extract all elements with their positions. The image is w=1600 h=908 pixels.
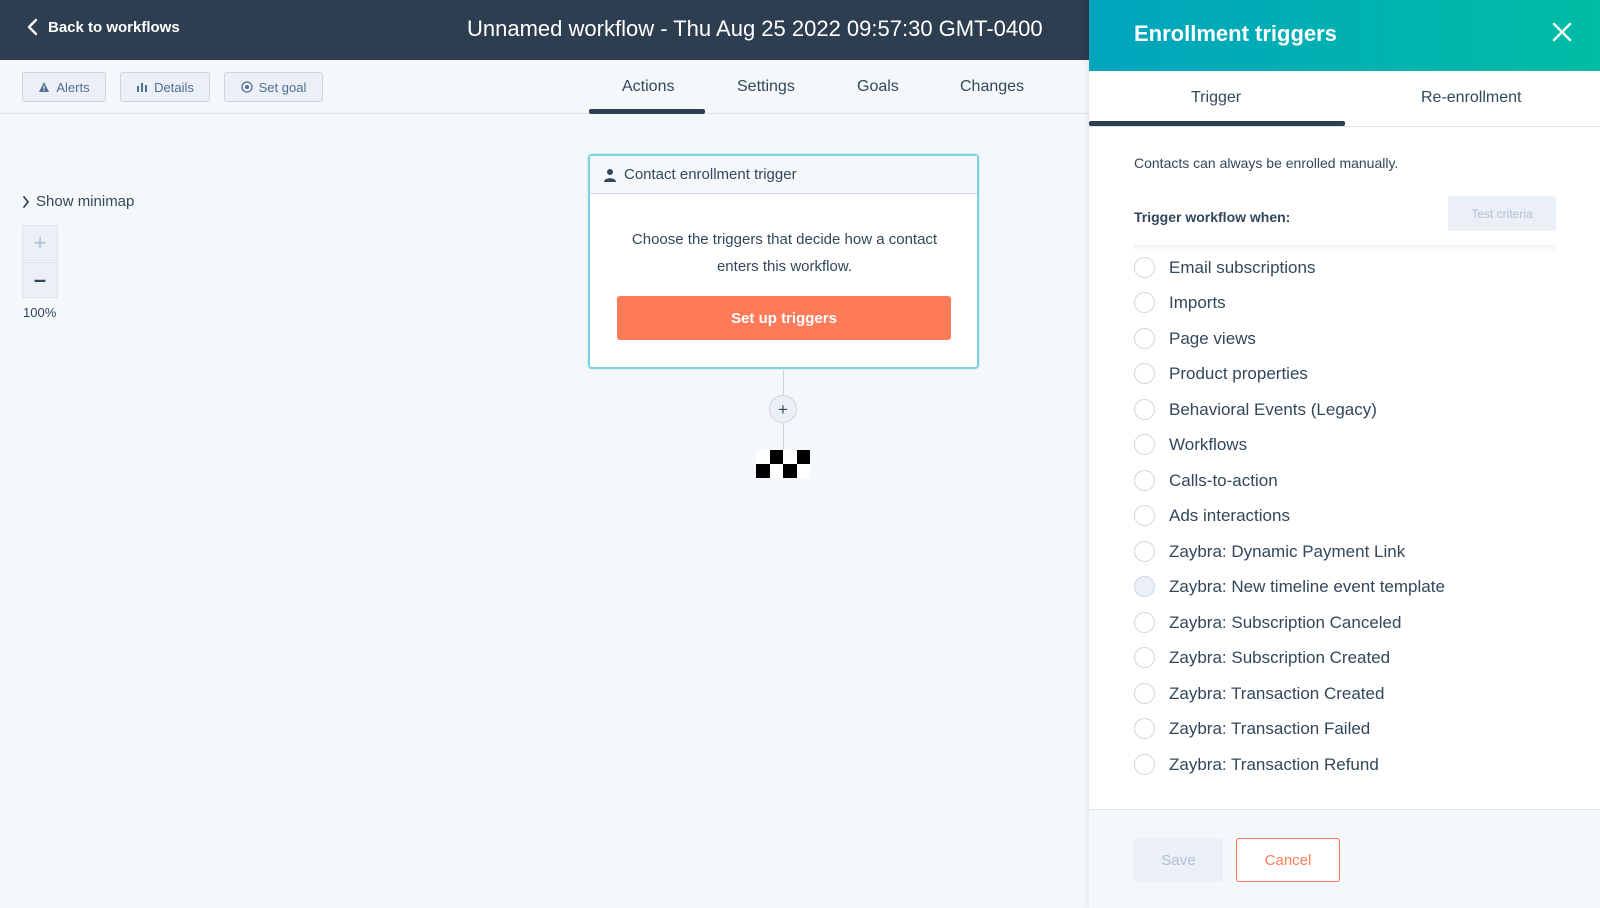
tab-trigger[interactable]: Trigger — [1191, 89, 1241, 107]
radio-button[interactable] — [1134, 470, 1155, 491]
checkered-flag-icon — [756, 450, 810, 478]
trigger-option[interactable]: Imports — [1134, 292, 1226, 313]
option-label: Product properties — [1169, 363, 1308, 383]
trigger-option[interactable]: Behavioral Events (Legacy) — [1134, 399, 1377, 420]
trigger-option[interactable]: Zaybra: Subscription Canceled — [1134, 612, 1401, 633]
trigger-option[interactable]: Zaybra: Subscription Created — [1134, 647, 1390, 668]
workflow-title[interactable]: Unnamed workflow - Thu Aug 25 2022 09:57… — [467, 16, 1043, 42]
plus-icon: + — [33, 230, 47, 255]
connector-line — [783, 370, 784, 395]
panel-title: Enrollment triggers — [1134, 21, 1337, 46]
details-label: Details — [154, 79, 194, 95]
plus-icon: + — [778, 399, 788, 419]
cancel-button[interactable]: Cancel — [1236, 838, 1340, 882]
save-button[interactable]: Save — [1134, 838, 1223, 882]
tab-actions[interactable]: Actions — [622, 78, 674, 96]
radio-button[interactable] — [1134, 292, 1155, 313]
radio-button[interactable] — [1134, 505, 1155, 526]
top-header: Back to workflows Unnamed workflow - Thu… — [0, 0, 1089, 60]
trigger-option[interactable]: Page views — [1134, 328, 1256, 349]
trigger-option[interactable]: Zaybra: Transaction Created — [1134, 683, 1384, 704]
card-description: Choose the triggers that decide how a co… — [631, 231, 938, 275]
radio-button[interactable] — [1134, 434, 1155, 455]
radio-button[interactable] — [1134, 576, 1155, 597]
warning-icon — [39, 82, 50, 92]
option-label: Behavioral Events (Legacy) — [1169, 399, 1377, 419]
list-top-divider — [1134, 245, 1556, 253]
enrollment-trigger-card[interactable]: Contact enrollment trigger Choose the tr… — [588, 154, 979, 369]
bar-chart-icon — [137, 83, 148, 92]
trigger-option[interactable]: Zaybra: Transaction Failed — [1134, 718, 1370, 739]
trigger-option[interactable]: Calls-to-action — [1134, 470, 1278, 491]
tab-re-enrollment[interactable]: Re-enrollment — [1421, 89, 1521, 107]
trigger-option[interactable]: Zaybra: Dynamic Payment Link — [1134, 541, 1405, 562]
active-tab-indicator — [589, 109, 705, 114]
test-criteria-button[interactable]: Test criteria — [1448, 196, 1556, 231]
back-to-workflows-link[interactable]: Back to workflows — [26, 18, 180, 36]
option-label: Zaybra: Transaction Failed — [1169, 718, 1371, 738]
option-label: Zaybra: Dynamic Payment Link — [1169, 541, 1406, 561]
active-tab-indicator — [1089, 121, 1345, 126]
show-minimap-toggle[interactable]: Show minimap — [22, 193, 134, 210]
connector-line — [783, 423, 784, 450]
option-label: Zaybra: Subscription Canceled — [1169, 612, 1402, 632]
tab-settings[interactable]: Settings — [737, 78, 795, 96]
option-label: Zaybra: Transaction Refund — [1169, 754, 1379, 774]
zoom-in-button[interactable]: + — [22, 225, 58, 261]
contact-icon — [604, 168, 616, 182]
radio-button[interactable] — [1134, 328, 1155, 349]
radio-button[interactable] — [1134, 363, 1155, 384]
target-icon — [240, 81, 253, 93]
radio-button[interactable] — [1134, 612, 1155, 633]
trigger-option[interactable]: Ads interactions — [1134, 505, 1290, 526]
tab-changes[interactable]: Changes — [960, 78, 1024, 96]
add-action-button[interactable]: + — [769, 395, 797, 423]
panel-tabs: Trigger Re-enrollment — [1089, 71, 1600, 127]
card-title: Contact enrollment trigger — [624, 166, 797, 183]
option-label: Workflows — [1169, 434, 1248, 454]
panel-footer: Save Cancel — [1089, 809, 1600, 908]
trigger-option[interactable]: Workflows — [1134, 434, 1247, 455]
sub-navigation: Alerts Details Set goal Actions Settings… — [0, 60, 1089, 114]
manual-enrollment-note: Contacts can always be enrolled manually… — [1134, 155, 1399, 171]
radio-button[interactable] — [1134, 754, 1155, 775]
card-header: Contact enrollment trigger — [590, 156, 977, 194]
radio-button[interactable] — [1134, 718, 1155, 739]
chevron-right-icon — [23, 195, 30, 208]
alerts-label: Alerts — [56, 79, 90, 95]
radio-button[interactable] — [1134, 257, 1155, 278]
radio-button[interactable] — [1134, 541, 1155, 562]
option-label: Zaybra: Subscription Created — [1169, 647, 1391, 667]
radio-button[interactable] — [1134, 683, 1155, 704]
zoom-out-button[interactable]: – — [22, 262, 58, 298]
radio-button[interactable] — [1134, 647, 1155, 668]
option-label: Email subscriptions — [1169, 257, 1316, 277]
option-label: Zaybra: Transaction Created — [1169, 683, 1385, 703]
tab-goals[interactable]: Goals — [857, 78, 899, 96]
minus-icon: – — [33, 267, 47, 292]
set-goal-label: Set goal — [258, 79, 307, 95]
option-label: Ads interactions — [1169, 505, 1290, 525]
back-label: Back to workflows — [48, 18, 180, 36]
panel-header: Enrollment triggers — [1089, 0, 1600, 71]
trigger-workflow-label: Trigger workflow when: — [1134, 209, 1291, 225]
set-goal-button[interactable]: Set goal — [224, 72, 323, 102]
set-up-triggers-button[interactable]: Set up triggers — [617, 296, 951, 340]
radio-button[interactable] — [1134, 399, 1155, 420]
option-label: Zaybra: New timeline event template — [1169, 576, 1445, 596]
option-label: Page views — [1169, 328, 1256, 348]
minimap-label: Show minimap — [36, 193, 135, 210]
alerts-button[interactable]: Alerts — [22, 72, 106, 102]
trigger-option[interactable]: Zaybra: New timeline event template — [1134, 576, 1445, 597]
chevron-left-icon — [27, 18, 38, 36]
trigger-option[interactable]: Email subscriptions — [1134, 257, 1315, 278]
enrollment-triggers-panel: Enrollment triggers Trigger Re-enrollmen… — [1089, 0, 1600, 908]
option-label: Imports — [1169, 292, 1226, 312]
close-icon[interactable] — [1551, 21, 1573, 43]
details-button[interactable]: Details — [120, 72, 210, 102]
zoom-level: 100% — [23, 305, 57, 320]
trigger-option[interactable]: Product properties — [1134, 363, 1308, 384]
trigger-option[interactable]: Zaybra: Transaction Refund — [1134, 754, 1379, 775]
option-label: Calls-to-action — [1169, 470, 1278, 490]
